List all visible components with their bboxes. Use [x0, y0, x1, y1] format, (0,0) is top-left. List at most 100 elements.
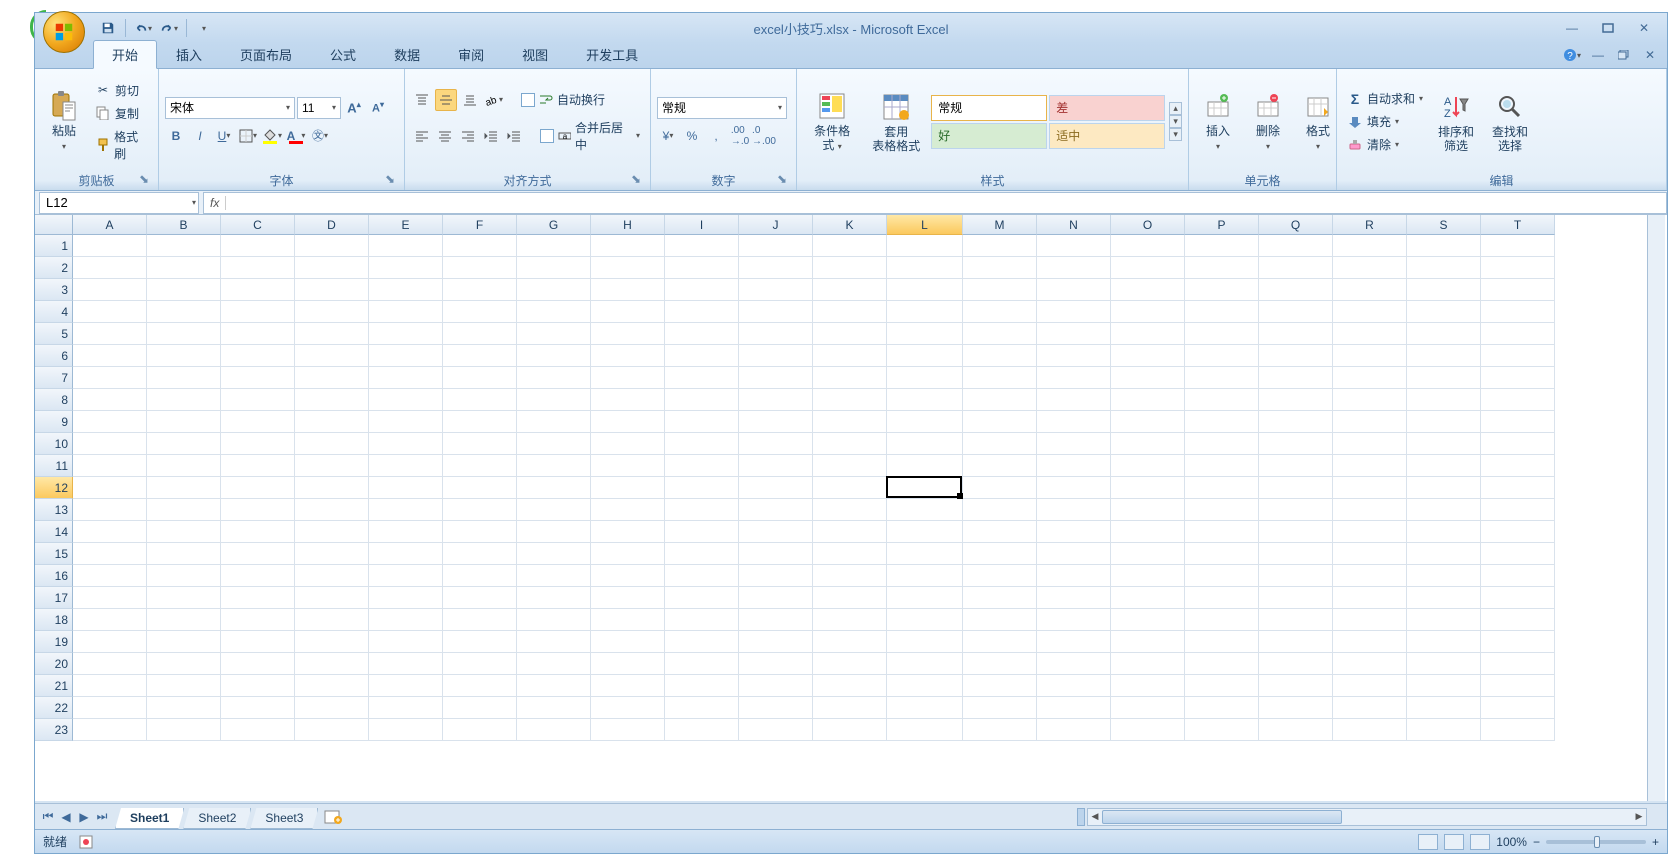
- cell[interactable]: [887, 279, 963, 301]
- row-header-1[interactable]: 1: [35, 235, 73, 257]
- doc-restore-button[interactable]: [1615, 47, 1633, 63]
- cell[interactable]: [1259, 631, 1333, 653]
- cell[interactable]: [1259, 477, 1333, 499]
- cell[interactable]: [887, 455, 963, 477]
- column-header-G[interactable]: G: [517, 215, 591, 235]
- cell[interactable]: [295, 235, 369, 257]
- cell[interactable]: [369, 367, 443, 389]
- cell[interactable]: [813, 543, 887, 565]
- cell[interactable]: [1111, 675, 1185, 697]
- cell[interactable]: [73, 631, 147, 653]
- cell[interactable]: [369, 433, 443, 455]
- cell[interactable]: [1481, 543, 1555, 565]
- cell[interactable]: [1481, 499, 1555, 521]
- cell[interactable]: [1333, 719, 1407, 741]
- column-header-R[interactable]: R: [1333, 215, 1407, 235]
- cell[interactable]: [1259, 301, 1333, 323]
- tab-page-layout[interactable]: 页面布局: [221, 40, 311, 68]
- cell[interactable]: [1037, 235, 1111, 257]
- cell[interactable]: [591, 389, 665, 411]
- cell[interactable]: [887, 631, 963, 653]
- gallery-up-button[interactable]: ▴: [1169, 102, 1182, 115]
- redo-button[interactable]: ▾: [160, 19, 178, 37]
- cell[interactable]: [739, 323, 813, 345]
- cell[interactable]: [221, 719, 295, 741]
- cell[interactable]: [1037, 455, 1111, 477]
- cell[interactable]: [591, 675, 665, 697]
- cell[interactable]: [1185, 609, 1259, 631]
- cell[interactable]: [887, 543, 963, 565]
- cell[interactable]: [887, 235, 963, 257]
- grow-font-button[interactable]: A▴: [343, 97, 365, 119]
- cell[interactable]: [1333, 345, 1407, 367]
- cell[interactable]: [73, 257, 147, 279]
- cell[interactable]: [221, 697, 295, 719]
- row-header-10[interactable]: 10: [35, 433, 73, 455]
- cell[interactable]: [443, 675, 517, 697]
- cell[interactable]: [1407, 433, 1481, 455]
- cell[interactable]: [665, 587, 739, 609]
- cell[interactable]: [665, 389, 739, 411]
- cell[interactable]: [1037, 499, 1111, 521]
- cell[interactable]: [1407, 301, 1481, 323]
- cell[interactable]: [1037, 653, 1111, 675]
- column-header-B[interactable]: B: [147, 215, 221, 235]
- cell[interactable]: [665, 477, 739, 499]
- column-header-C[interactable]: C: [221, 215, 295, 235]
- cell[interactable]: [517, 411, 591, 433]
- cell[interactable]: [1185, 653, 1259, 675]
- cell[interactable]: [591, 367, 665, 389]
- cell[interactable]: [813, 301, 887, 323]
- cell[interactable]: [887, 345, 963, 367]
- cell[interactable]: [591, 433, 665, 455]
- row-header-16[interactable]: 16: [35, 565, 73, 587]
- cell[interactable]: [1259, 455, 1333, 477]
- cell[interactable]: [221, 499, 295, 521]
- sheet-tab-sheet2[interactable]: Sheet2: [183, 808, 251, 829]
- alignment-launcher[interactable]: ⬊: [630, 172, 642, 184]
- cell[interactable]: [73, 609, 147, 631]
- cell[interactable]: [1481, 631, 1555, 653]
- cell[interactable]: [73, 345, 147, 367]
- cell[interactable]: [1407, 323, 1481, 345]
- cell[interactable]: [1481, 257, 1555, 279]
- cell[interactable]: [369, 257, 443, 279]
- cell[interactable]: [813, 477, 887, 499]
- name-box[interactable]: L12▾: [39, 192, 199, 214]
- cell[interactable]: [1185, 499, 1259, 521]
- cell[interactable]: [1407, 499, 1481, 521]
- cell[interactable]: [887, 521, 963, 543]
- cell[interactable]: [147, 543, 221, 565]
- cell[interactable]: [369, 653, 443, 675]
- cell[interactable]: [963, 631, 1037, 653]
- row-header-19[interactable]: 19: [35, 631, 73, 653]
- cell[interactable]: [1481, 235, 1555, 257]
- cell[interactable]: [1481, 609, 1555, 631]
- cell[interactable]: [739, 433, 813, 455]
- cell[interactable]: [665, 367, 739, 389]
- cell[interactable]: [739, 477, 813, 499]
- cell[interactable]: [517, 565, 591, 587]
- cell[interactable]: [369, 543, 443, 565]
- cell[interactable]: [665, 499, 739, 521]
- cell[interactable]: [147, 631, 221, 653]
- horizontal-scrollbar[interactable]: ◀ ▶: [1087, 808, 1647, 826]
- cell[interactable]: [1037, 411, 1111, 433]
- cell[interactable]: [963, 455, 1037, 477]
- row-header-22[interactable]: 22: [35, 697, 73, 719]
- cell[interactable]: [1037, 389, 1111, 411]
- cell[interactable]: [295, 719, 369, 741]
- cell[interactable]: [739, 631, 813, 653]
- cell[interactable]: [1111, 433, 1185, 455]
- cell[interactable]: [443, 653, 517, 675]
- cell[interactable]: [443, 345, 517, 367]
- cell[interactable]: [1111, 389, 1185, 411]
- sheet-nav-last[interactable]: ⏭: [93, 808, 111, 826]
- cell[interactable]: [1037, 565, 1111, 587]
- cell[interactable]: [1185, 301, 1259, 323]
- cell[interactable]: [369, 235, 443, 257]
- cell[interactable]: [147, 433, 221, 455]
- cell[interactable]: [591, 323, 665, 345]
- cell[interactable]: [221, 433, 295, 455]
- cell[interactable]: [591, 301, 665, 323]
